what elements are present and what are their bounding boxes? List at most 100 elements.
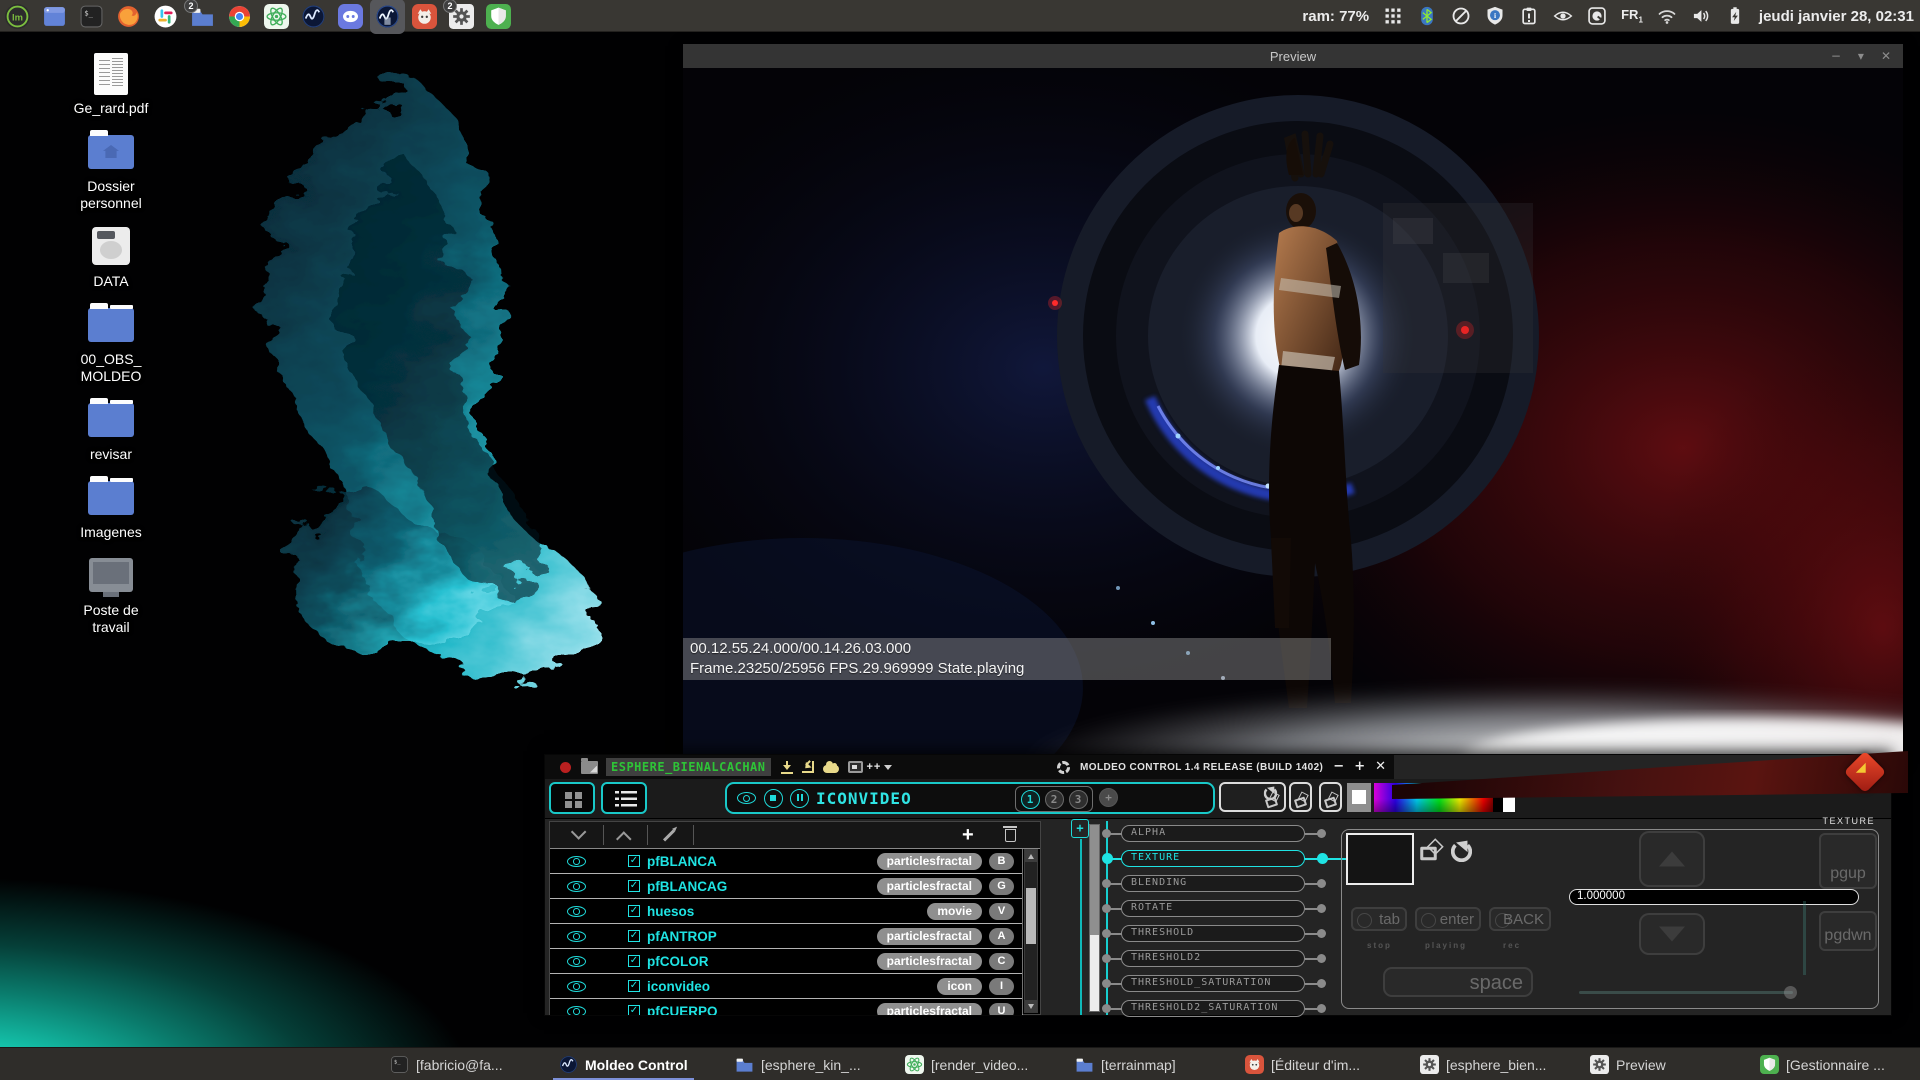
- parameter-texture[interactable]: TEXTURE: [1101, 850, 1341, 867]
- moldeo-launcher-icon[interactable]: [301, 4, 326, 29]
- visibility-eye-icon[interactable]: [737, 792, 756, 804]
- disks-icon[interactable]: [1587, 6, 1607, 26]
- effect-checkbox[interactable]: ✓: [628, 905, 640, 917]
- effect-row-huesos[interactable]: ✓huesosmovieV: [550, 899, 1022, 924]
- add-more-label[interactable]: ++: [867, 761, 882, 773]
- parameter-alpha[interactable]: ALPHA: [1101, 825, 1341, 842]
- desktop-icon-ge-rard-pdf[interactable]: Ge_rard.pdf: [52, 52, 170, 117]
- parameter-pill[interactable]: ROTATE: [1121, 900, 1305, 917]
- preview-close-button[interactable]: ✕: [1881, 49, 1891, 63]
- parameter-pill[interactable]: TEXTURE: [1121, 850, 1305, 867]
- paint-bucket-icon[interactable]: [1324, 797, 1337, 809]
- preset-tab-3[interactable]: 3: [1069, 790, 1088, 809]
- preview-window[interactable]: Preview − ▾ ✕: [683, 44, 1903, 762]
- grid-view-button[interactable]: [549, 782, 595, 814]
- clipboard-icon[interactable]: [1519, 6, 1539, 26]
- refresh-icon[interactable]: [1451, 841, 1472, 862]
- parameter-threshold2[interactable]: THRESHOLD2: [1101, 950, 1341, 967]
- taskbar-item-fabricio-fa[interactable]: $_[fabricio@fa...: [382, 1048, 511, 1080]
- trash-icon[interactable]: [1005, 829, 1016, 842]
- scrollbar-thumb[interactable]: [1090, 825, 1099, 935]
- texture-preview-box[interactable]: [1346, 833, 1414, 885]
- atom-green-launcher-icon[interactable]: [264, 4, 289, 29]
- parameter-pill[interactable]: THRESHOLD2: [1121, 950, 1305, 967]
- moldeo-add-button[interactable]: +: [1354, 755, 1365, 779]
- parameter-pill[interactable]: ALPHA: [1121, 825, 1305, 842]
- effect-row-pfANTROP[interactable]: ✓pfANTROPparticlesfractalA: [550, 924, 1022, 949]
- preset-tab-1[interactable]: 1: [1021, 790, 1040, 809]
- project-folder-icon[interactable]: [581, 761, 598, 774]
- scroll-up-icon[interactable]: [1025, 850, 1037, 862]
- effect-checkbox[interactable]: ✓: [628, 855, 640, 867]
- add-effect-button[interactable]: +: [962, 822, 974, 848]
- gimp-launcher-icon[interactable]: [412, 4, 437, 29]
- taskbar-item-preview[interactable]: Preview: [1582, 1048, 1674, 1080]
- move-down-icon[interactable]: [570, 824, 586, 840]
- parameter-pill[interactable]: THRESHOLD_SATURATION: [1121, 975, 1305, 992]
- desktop-icon-revisar[interactable]: revisar: [52, 398, 170, 463]
- eye-icon[interactable]: [567, 981, 586, 992]
- effect-checkbox[interactable]: ✓: [628, 930, 640, 942]
- effect-checkbox[interactable]: ✓: [628, 980, 640, 992]
- record-dot-icon[interactable]: [560, 762, 571, 773]
- grid-apps-icon[interactable]: [1383, 6, 1403, 26]
- chrome-launcher-icon[interactable]: [227, 4, 252, 29]
- scrollbar-thumb[interactable]: [1026, 888, 1036, 944]
- preset-add-button[interactable]: +: [1099, 788, 1118, 807]
- wifi-icon[interactable]: [1657, 6, 1677, 26]
- eye-icon[interactable]: [567, 856, 586, 867]
- paint-bucket-icon[interactable]: [1265, 797, 1278, 809]
- download-icon[interactable]: [781, 761, 793, 774]
- list-view-button[interactable]: [601, 782, 647, 814]
- shield-launcher-icon[interactable]: [486, 4, 511, 29]
- file-manager-launcher-icon[interactable]: [42, 4, 67, 29]
- volume-icon[interactable]: [1691, 6, 1711, 26]
- eye-icon[interactable]: [567, 956, 586, 967]
- parameter-rotate[interactable]: ROTATE: [1101, 900, 1341, 917]
- color-swatch[interactable]: [1347, 783, 1371, 812]
- edit-pencil-icon[interactable]: [663, 829, 675, 841]
- taskbar-item-diteur-d-im[interactable]: [Éditeur d'im...: [1237, 1048, 1368, 1080]
- effect-row-pfBLANCAG[interactable]: ✓pfBLANCAGparticlesfractalG: [550, 874, 1022, 899]
- effects-scrollbar[interactable]: [1024, 849, 1038, 1013]
- move-up-icon[interactable]: [616, 831, 632, 847]
- effect-row-iconvideo[interactable]: ✓iconvideoiconI: [550, 974, 1022, 999]
- effect-checkbox[interactable]: ✓: [628, 880, 640, 892]
- keyboard-layout[interactable]: FR1: [1621, 7, 1643, 25]
- parameter-threshold[interactable]: THRESHOLD: [1101, 925, 1341, 942]
- effect-checkbox[interactable]: ✓: [628, 955, 640, 967]
- slack-launcher-icon[interactable]: [153, 4, 178, 29]
- firefox-launcher-icon[interactable]: [116, 4, 141, 29]
- screen-icon[interactable]: [848, 761, 863, 773]
- taskbar-item-terrainmap[interactable]: [terrainmap]: [1067, 1048, 1184, 1080]
- effect-checkbox[interactable]: ✓: [628, 1005, 640, 1015]
- fill-tool-box-2[interactable]: [1289, 782, 1312, 812]
- clock[interactable]: jeudi janvier 28, 02:31: [1759, 8, 1914, 25]
- effect-row-pfCOLOR[interactable]: ✓pfCOLORparticlesfractalC: [550, 949, 1022, 974]
- parameter-pill[interactable]: BLENDING: [1121, 875, 1305, 892]
- taskbar-item-esphere-bien[interactable]: [esphere_bien...: [1412, 1048, 1554, 1080]
- pause-button[interactable]: [790, 789, 809, 808]
- eye-icon[interactable]: [567, 906, 586, 917]
- effect-row-pfCUERPO[interactable]: ✓pfCUERPOparticlesfractalU: [550, 999, 1022, 1015]
- moldeo-minimize-button[interactable]: −: [1333, 755, 1344, 779]
- texture-value-input[interactable]: 1.000000: [1569, 889, 1859, 905]
- shield-info-icon[interactable]: i: [1485, 6, 1505, 26]
- terminal-launcher-icon[interactable]: $_: [79, 4, 104, 29]
- parameter-pill[interactable]: THRESHOLD: [1121, 925, 1305, 942]
- add-parameter-button[interactable]: +: [1071, 819, 1089, 838]
- project-name[interactable]: ESPHERE_BIENALCACHAN: [606, 758, 771, 776]
- moldeo-active-launcher-icon[interactable]: [375, 4, 400, 29]
- moldeo-close-button[interactable]: ✕: [1375, 755, 1386, 779]
- eye-icon[interactable]: [567, 1006, 586, 1016]
- battery-icon[interactable]: [1725, 6, 1745, 26]
- taskbar-item-esphere-kin[interactable]: [esphere_kin_...: [727, 1048, 869, 1080]
- desktop-icon-dossier[interactable]: Dossier personnel: [52, 130, 170, 212]
- bluetooth-icon[interactable]: [1417, 6, 1437, 26]
- preview-minimize-button[interactable]: −: [1831, 49, 1841, 63]
- preset-tab-2[interactable]: 2: [1045, 790, 1064, 809]
- parameter-threshold_saturation[interactable]: THRESHOLD_SATURATION: [1101, 975, 1341, 992]
- parameter-blending[interactable]: BLENDING: [1101, 875, 1341, 892]
- desktop-icon-00-obs-[interactable]: 00_OBS_ MOLDEO: [52, 303, 170, 385]
- eye-icon[interactable]: [567, 931, 586, 942]
